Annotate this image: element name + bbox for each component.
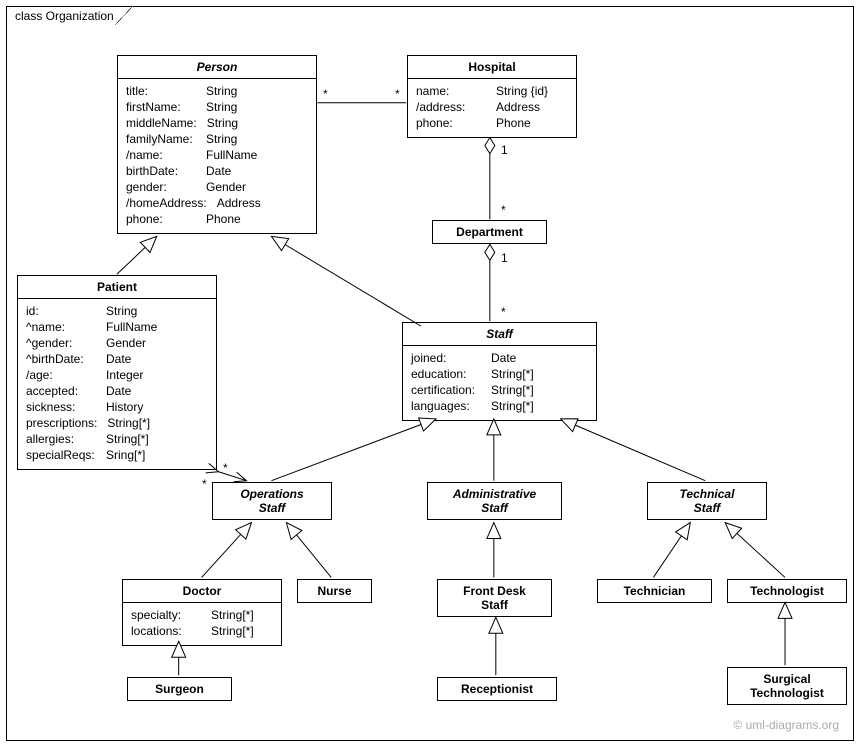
class-administrative-staff-title: Administrative Staff bbox=[428, 483, 561, 519]
class-nurse-title: Nurse bbox=[298, 580, 371, 602]
class-operations-staff-title: Operations Staff bbox=[213, 483, 331, 519]
mul-person-hospital-hospital: * bbox=[395, 87, 400, 101]
class-person-attrs: title:String firstName:String middleName… bbox=[118, 79, 316, 233]
diagram-frame: class Organization Person title:String f… bbox=[6, 6, 854, 741]
class-doctor-attrs: specialty:String[*] locations:String[*] bbox=[123, 603, 281, 645]
mul-hospital-dept-m: * bbox=[501, 203, 506, 217]
class-hospital-title: Hospital bbox=[408, 56, 576, 79]
class-person-title: Person bbox=[118, 56, 316, 79]
class-technician-title: Technician bbox=[598, 580, 711, 602]
class-staff-attrs: joined:Date education:String[*] certific… bbox=[403, 346, 596, 420]
class-operations-staff: Operations Staff bbox=[212, 482, 332, 520]
class-patient-attrs: id:String ^name:FullName ^gender:Gender … bbox=[18, 299, 216, 469]
class-staff: Staff joined:Date education:String[*] ce… bbox=[402, 322, 597, 421]
class-front-desk-staff: Front Desk Staff bbox=[437, 579, 552, 617]
frame-label: class Organization bbox=[6, 6, 133, 25]
mul-dept-staff-1: 1 bbox=[501, 251, 508, 265]
class-technologist: Technologist bbox=[727, 579, 847, 603]
class-technician: Technician bbox=[597, 579, 712, 603]
class-receptionist-title: Receptionist bbox=[438, 678, 556, 700]
class-doctor: Doctor specialty:String[*] locations:Str… bbox=[122, 579, 282, 646]
uml-class-diagram: class Organization Person title:String f… bbox=[0, 0, 860, 747]
class-surgical-technologist: Surgical Technologist bbox=[727, 667, 847, 705]
mul-patient-staff-p: * bbox=[202, 477, 207, 491]
class-patient-title: Patient bbox=[18, 276, 216, 299]
class-patient: Patient id:String ^name:FullName ^gender… bbox=[17, 275, 217, 470]
class-front-desk-staff-title: Front Desk Staff bbox=[438, 580, 551, 616]
frame-label-text: class Organization bbox=[15, 9, 114, 23]
class-hospital: Hospital name:String {id} /address:Addre… bbox=[407, 55, 577, 138]
class-technical-staff-title: Technical Staff bbox=[648, 483, 766, 519]
class-department-title: Department bbox=[433, 221, 546, 243]
class-technical-staff: Technical Staff bbox=[647, 482, 767, 520]
mul-dept-staff-m: * bbox=[501, 305, 506, 319]
class-hospital-attrs: name:String {id} /address:Address phone:… bbox=[408, 79, 576, 137]
class-doctor-title: Doctor bbox=[123, 580, 281, 603]
mul-patient-staff-s: * bbox=[223, 461, 228, 475]
footer-credit: © uml-diagrams.org bbox=[733, 718, 839, 732]
class-administrative-staff: Administrative Staff bbox=[427, 482, 562, 520]
class-technologist-title: Technologist bbox=[728, 580, 846, 602]
class-surgeon: Surgeon bbox=[127, 677, 232, 701]
mul-person-hospital-person: * bbox=[323, 87, 328, 101]
class-person: Person title:String firstName:String mid… bbox=[117, 55, 317, 234]
class-surgical-technologist-title: Surgical Technologist bbox=[728, 668, 846, 704]
class-surgeon-title: Surgeon bbox=[128, 678, 231, 700]
class-department: Department bbox=[432, 220, 547, 244]
class-staff-title: Staff bbox=[403, 323, 596, 346]
class-nurse: Nurse bbox=[297, 579, 372, 603]
mul-hospital-dept-1: 1 bbox=[501, 143, 508, 157]
class-receptionist: Receptionist bbox=[437, 677, 557, 701]
